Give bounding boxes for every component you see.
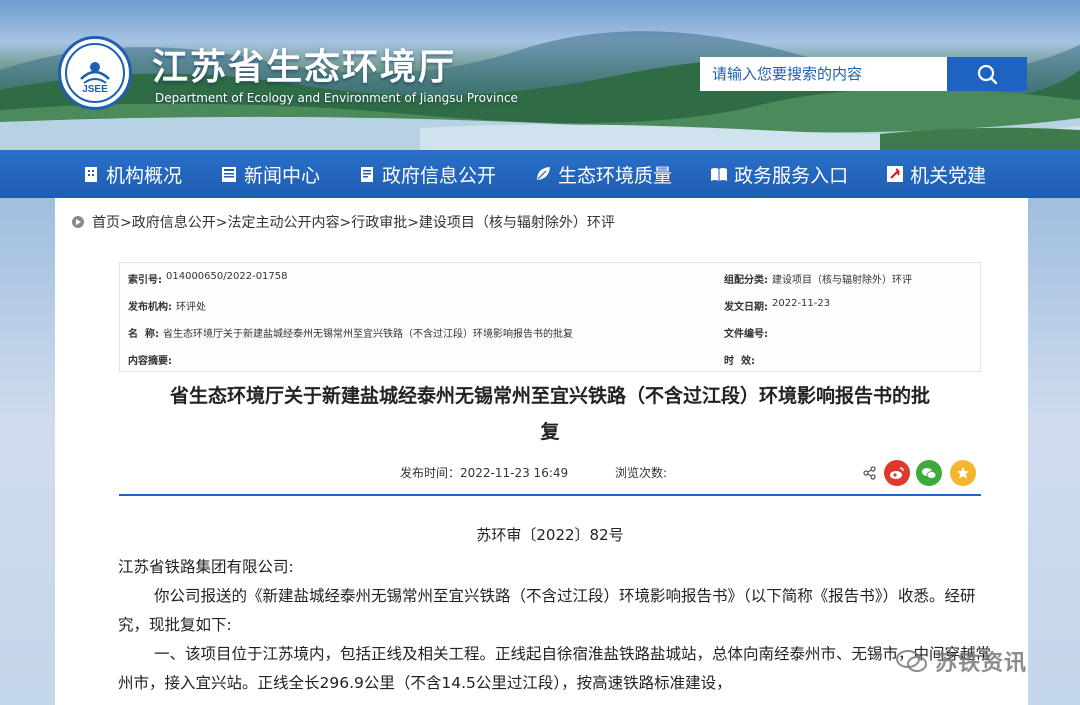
paragraph: 一、该项目位于江苏境内，包括正线及相关工程。正线起自徐宿淮盐铁路盐城站，总体向南… [118, 645, 992, 692]
wechat-watermark-icon [896, 650, 927, 672]
party-emblem-icon [887, 166, 904, 182]
meta-value: 建设项目（核与辐射除外）环评 [772, 275, 912, 286]
meta-label: 文件编号: [724, 329, 768, 340]
search-icon [977, 64, 998, 85]
nav-label: 政府信息公开 [382, 164, 497, 187]
leaf-icon [537, 167, 551, 180]
nav-item-party[interactable]: 机关党建 [886, 161, 986, 188]
main-nav: 机构概况 新闻中心 政府信息公开 生态环境质量 政务服务入口 机关党建 [0, 150, 1080, 198]
meta-docno: 文件编号: [724, 325, 772, 340]
meta-index: 索引号: 014000650/2022-01758 [128, 271, 288, 286]
nav-item-eco-quality[interactable]: 生态环境质量 [534, 161, 672, 188]
breadcrumb-text[interactable]: 首页>政府信息公开>法定主动公开内容>行政审批>建设项目（核与辐射除外）环评 [92, 212, 615, 232]
meta-validity: 时 效: [724, 352, 759, 367]
book-icon [711, 168, 728, 181]
paragraph: 你公司报送的《新建盐城经泰州无锡常州至宜兴铁路（不含过江段）环境影响报告书》（以… [118, 587, 976, 634]
meta-value: 2022-11-23 [772, 298, 831, 309]
meta-date: 发文日期: 2022-11-23 [724, 298, 830, 313]
nav-label: 新闻中心 [244, 164, 321, 187]
location-icon [72, 216, 84, 228]
breadcrumb: 首页>政府信息公开>法定主动公开内容>行政审批>建设项目（核与辐射除外）环评 [72, 212, 615, 232]
document-title-line: 复 [540, 421, 560, 443]
nav-item-gov-info[interactable]: 政府信息公开 [358, 161, 496, 188]
search-button[interactable] [947, 57, 1027, 91]
site-logo[interactable]: JSEE [58, 36, 132, 110]
share-icon[interactable] [863, 466, 877, 480]
meta-label: 发文日期: [724, 302, 768, 313]
nav-label: 机关党建 [910, 164, 987, 187]
meta-label: 时 效: [724, 356, 755, 367]
document-body: 江苏省铁路集团有限公司: 你公司报送的《新建盐城经泰州无锡常州至宜兴铁路（不含过… [118, 553, 998, 698]
logo-emblem-icon [80, 62, 110, 84]
meta-label: 索引号: [128, 275, 162, 286]
meta-label: 发布机构: [128, 302, 172, 313]
document-icon [361, 167, 374, 182]
meta-label: 内容摘要: [128, 356, 172, 367]
nav-item-about[interactable]: 机构概况 [82, 161, 182, 188]
meta-summary: 内容摘要: [128, 352, 176, 367]
publish-time: 发布时间：2022-11-23 16:49 [400, 466, 569, 480]
publish-bar: 发布时间：2022-11-23 16:49 浏览次数: [119, 460, 981, 486]
meta-publisher: 发布机构: 环评处 [128, 298, 206, 313]
nav-label: 生态环境质量 [558, 164, 673, 187]
meta-label: 名 称: [128, 329, 159, 340]
meta-value: 环评处 [176, 302, 206, 313]
document-number: 苏环审〔2022〕82号 [476, 526, 624, 544]
site-title[interactable]: 江苏省生态环境厅 [152, 38, 456, 90]
nav-item-services[interactable]: 政务服务入口 [710, 161, 848, 188]
building-icon [85, 167, 97, 182]
view-count: 浏览次数: [615, 466, 668, 480]
weibo-share-icon[interactable] [884, 460, 910, 486]
favorite-star-icon[interactable] [950, 460, 976, 486]
nav-label: 政务服务入口 [734, 164, 849, 187]
site-subtitle: Department of Ecology and Environment of… [155, 91, 518, 105]
logo-text: JSEE [82, 84, 108, 95]
header-banner: JSEE 江苏省生态环境厅 Department of Ecology and … [0, 0, 1080, 150]
wechat-share-icon[interactable] [916, 460, 942, 486]
search-input[interactable]: 请输入您要搜索的内容 [700, 57, 947, 91]
document-title-line: 省生态环境厅关于新建盐城经泰州无锡常州至宜兴铁路（不含过江段）环境影响报告书的批 [169, 385, 930, 407]
nav-label: 机构概况 [106, 164, 183, 187]
meta-label: 组配分类: [724, 275, 768, 286]
meta-value: 省生态环境厅关于新建盐城经泰州无锡常州至宜兴铁路（不含过江段）环境影响报告书的批… [162, 329, 573, 340]
nav-item-news[interactable]: 新闻中心 [220, 161, 320, 188]
meta-value: 014000650/2022-01758 [166, 271, 288, 282]
salutation: 江苏省铁路集团有限公司: [118, 558, 294, 576]
watermark-text: 苏铁资讯 [935, 651, 1028, 676]
watermark: 苏铁资讯 [895, 645, 1027, 677]
divider [119, 494, 981, 496]
meta-name: 名 称: 省生态环境厅关于新建盐城经泰州无锡常州至宜兴铁路（不含过江段）环境影响… [128, 325, 573, 340]
newspaper-icon [222, 167, 237, 182]
meta-category: 组配分类: 建设项目（核与辐射除外）环评 [724, 271, 912, 286]
document-title: 省生态环境厅关于新建盐城经泰州无锡常州至宜兴铁路（不含过江段）环境影响报告书的批… [119, 378, 981, 450]
content-card: 首页>政府信息公开>法定主动公开内容>行政审批>建设项目（核与辐射除外）环评 索… [55, 198, 1028, 705]
metadata-table: 索引号: 014000650/2022-01758 组配分类: 建设项目（核与辐… [119, 262, 981, 372]
